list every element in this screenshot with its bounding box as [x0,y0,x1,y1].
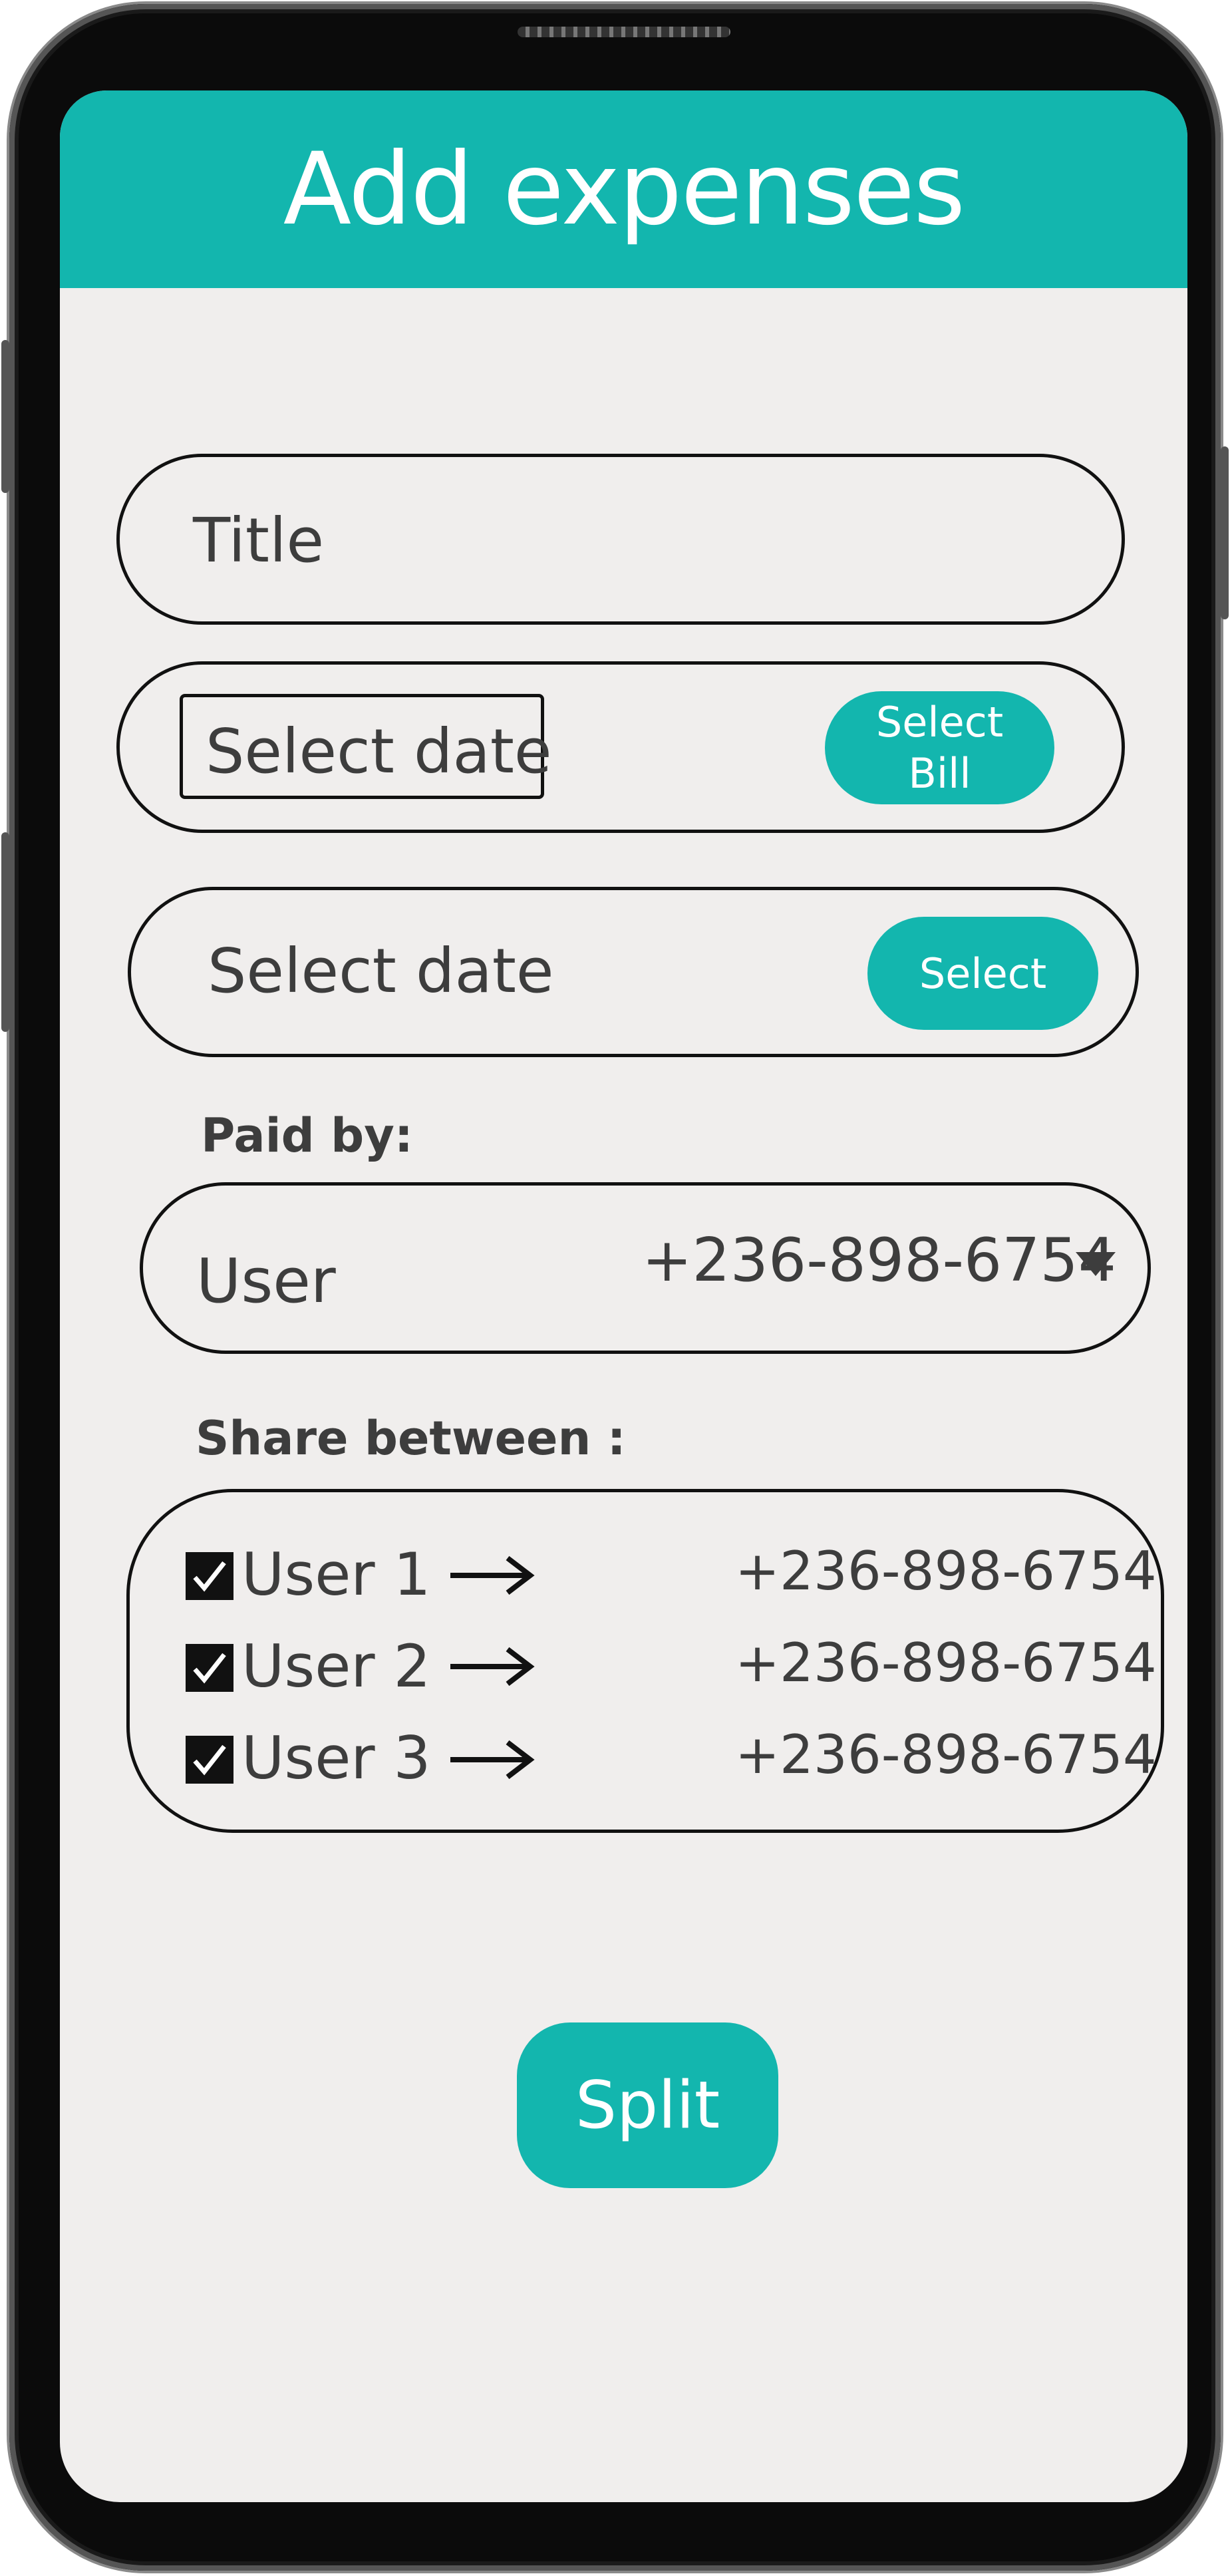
split-button[interactable]: Split [517,2022,778,2188]
bill-date-field: Select date Select Bill [116,661,1125,833]
user-2-name: User 2 [241,1632,431,1700]
power-button [1221,446,1229,619]
arrow-right-icon [450,1647,535,1687]
user-3-name: User 3 [241,1724,431,1792]
page-title: Add expenses [283,131,966,247]
arrow-right-icon [450,1555,535,1595]
app-header: Add expenses [60,90,1187,288]
bill-date-placeholder: Select date [206,716,552,787]
volume-down-button [1,832,9,1032]
date-placeholder[interactable]: Select date [208,935,554,1007]
user-1-phone: +236-898-6754 [735,1540,1157,1602]
select-date-label: Select [919,949,1047,998]
title-placeholder: Title [193,505,325,576]
arrow-right-icon [450,1740,535,1780]
paid-by-label: Paid by: [201,1108,413,1163]
title-field[interactable]: Title [116,454,1125,625]
earpiece [518,27,730,37]
paid-by-phone: +236-898-6754 [642,1225,1116,1295]
split-label: Split [575,2067,720,2144]
phone-frame: Add expenses Title Select date Select Bi… [1,4,1229,2571]
user-3-checkbox[interactable] [186,1736,233,1784]
checkmark-icon [193,1561,226,1592]
paid-by-dropdown[interactable]: User +236-898-6754 [140,1182,1151,1354]
checkmark-icon [193,1653,226,1684]
user-2-checkbox[interactable] [186,1644,233,1692]
share-between-label: Share between : [196,1411,626,1466]
checkmark-icon [193,1744,226,1776]
select-bill-label-line2: Bill [908,749,971,798]
bill-date-input[interactable]: Select date [180,694,552,799]
caret-down-icon[interactable] [1076,1252,1116,1279]
share-between-list: User 1 +236-898-6754 User 2 +236-898-675… [126,1489,1164,1833]
user-1-checkbox[interactable] [186,1552,233,1600]
user-1-name: User 1 [241,1540,431,1609]
app-screen: Add expenses Title Select date Select Bi… [60,90,1187,2502]
select-date-button[interactable]: Select [867,917,1098,1030]
user-3-phone: +236-898-6754 [735,1724,1157,1786]
paid-by-user: User [196,1245,336,1317]
volume-up-button [1,340,9,493]
date-field: Select date Select [128,887,1139,1057]
select-bill-label-line1: Select [875,697,1004,746]
select-bill-button[interactable]: Select Bill [825,691,1054,804]
user-2-phone: +236-898-6754 [735,1632,1157,1694]
